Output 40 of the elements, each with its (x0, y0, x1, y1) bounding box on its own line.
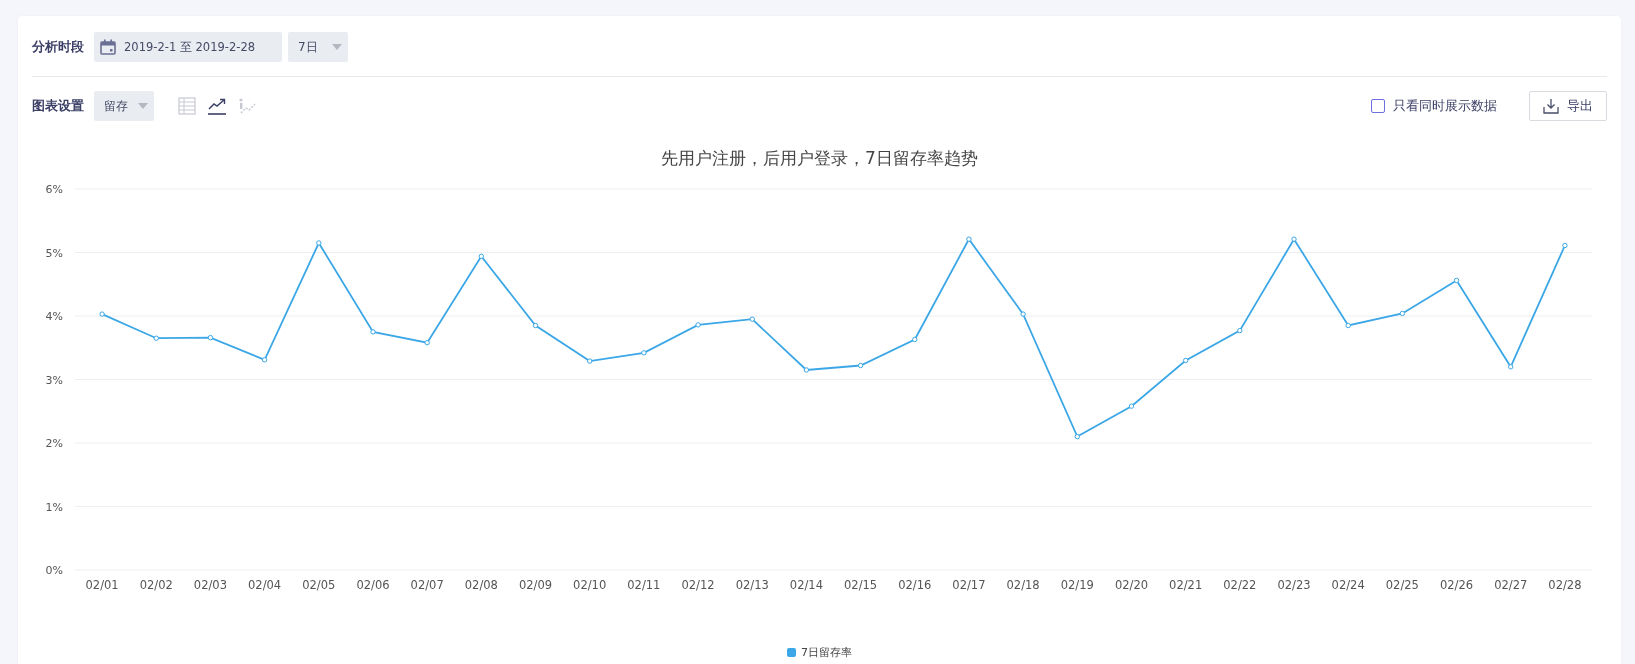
axis-label: 02/20 (1114, 578, 1149, 592)
axis-label: 02/10 (573, 578, 607, 592)
axis-label: 02/28 (1548, 578, 1582, 592)
axis-label: 3% (45, 373, 63, 387)
axis-label: 02/16 (898, 578, 932, 592)
axis-label: 02/02 (139, 578, 173, 592)
axis-label: 02/17 (952, 578, 986, 592)
axis-label: 02/25 (1385, 578, 1419, 592)
axis-label: 02/15 (844, 578, 878, 592)
axis-label: 5% (45, 246, 63, 260)
axis-label: 02/18 (1006, 578, 1040, 592)
axis-label: 02/19 (1060, 578, 1094, 592)
checkbox-label: 只看同时展示数据 (1393, 97, 1497, 115)
axis-label: 02/07 (410, 578, 444, 592)
axis-label: 02/22 (1223, 578, 1257, 592)
chart-settings-label: 图表设置 (32, 97, 84, 115)
axis-label: 02/13 (735, 578, 769, 592)
filter-label: 分析时段 (32, 38, 84, 56)
axis-label: 0% (45, 564, 63, 577)
axis-label: 02/09 (518, 578, 553, 592)
legend-label: 7日留存率 (801, 645, 852, 660)
axis-label: 02/05 (302, 578, 336, 592)
axis-label: 02/27 (1494, 578, 1528, 592)
axis-label: 1% (45, 500, 63, 514)
axis-label: 02/21 (1169, 578, 1203, 592)
axis-label: 02/26 (1440, 578, 1474, 592)
axis-label: 02/04 (248, 578, 282, 592)
axis-label: 2% (45, 437, 63, 450)
axis-label: 02/01 (85, 578, 119, 592)
axis-label: 02/11 (627, 578, 661, 592)
axis-label: 02/03 (193, 578, 227, 592)
axis-label: 02/06 (356, 578, 390, 592)
axis-label: 02/14 (789, 578, 823, 592)
axis-label: 02/23 (1277, 578, 1311, 592)
axis-label: 02/08 (464, 578, 498, 592)
axis-label: 6% (45, 183, 63, 196)
axis-label: 4% (45, 310, 63, 323)
axis-label: 02/12 (681, 578, 715, 592)
axis-label: 02/24 (1331, 578, 1365, 592)
chart-title: 先用户注册，后用户登录，7日留存率趋势 (660, 147, 979, 169)
